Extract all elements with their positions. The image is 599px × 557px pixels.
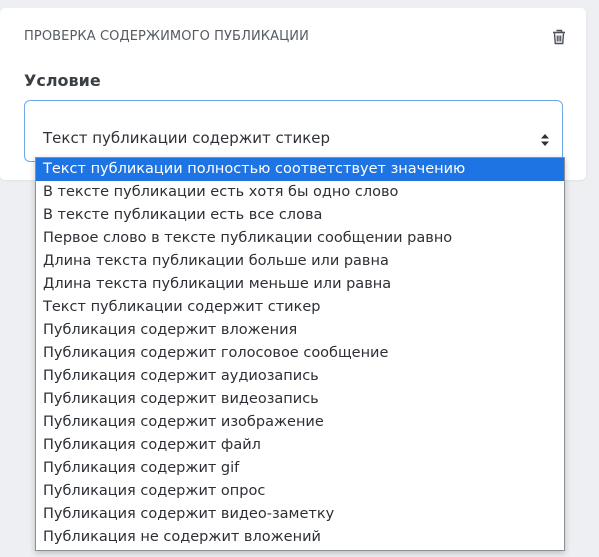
condition-label: Условие	[24, 71, 101, 90]
trash-icon[interactable]	[551, 29, 567, 45]
sort-arrows-icon	[540, 132, 550, 146]
dropdown-option[interactable]: Публикация содержит видео-заметку	[36, 503, 564, 526]
dropdown-option[interactable]: Длина текста публикации больше или равна	[36, 250, 564, 273]
dropdown-option[interactable]: Публикация содержит опрос	[36, 480, 564, 503]
dropdown-option[interactable]: Публикация не содержит вложений	[36, 526, 564, 549]
condition-options-list[interactable]: Текст публикации полностью соответствует…	[35, 157, 565, 551]
dropdown-option[interactable]: Публикация содержит аудиозапись	[36, 365, 564, 388]
dropdown-option[interactable]: Публикация содержит gif	[36, 457, 564, 480]
dropdown-option[interactable]: Публикация содержит вложения	[36, 319, 564, 342]
condition-select[interactable]: Текст публикации содержит стикер	[24, 100, 563, 162]
condition-select-value: Текст публикации содержит стикер	[43, 129, 331, 147]
dropdown-option[interactable]: Публикация содержит изображение	[36, 411, 564, 434]
dropdown-option[interactable]: Текст публикации полностью соответствует…	[36, 158, 564, 181]
publication-content-check-card: ПРОВЕРКА СОДЕРЖИМОГО ПУБЛИКАЦИИ Условие …	[0, 8, 586, 180]
card-title: ПРОВЕРКА СОДЕРЖИМОГО ПУБЛИКАЦИИ	[24, 29, 309, 44]
dropdown-option[interactable]: Первое слово в тексте публикации сообщен…	[36, 227, 564, 250]
dropdown-option[interactable]: В тексте публикации есть хотя бы одно сл…	[36, 181, 564, 204]
dropdown-option[interactable]: Текст публикации содержит стикер	[36, 296, 564, 319]
dropdown-option[interactable]: В тексте публикации есть все слова	[36, 204, 564, 227]
dropdown-option[interactable]: Длина текста публикации меньше или равна	[36, 273, 564, 296]
dropdown-option[interactable]: Публикация содержит голосовое сообщение	[36, 342, 564, 365]
dropdown-option[interactable]: Публикация содержит видеозапись	[36, 388, 564, 411]
dropdown-option[interactable]: Публикация содержит файл	[36, 434, 564, 457]
